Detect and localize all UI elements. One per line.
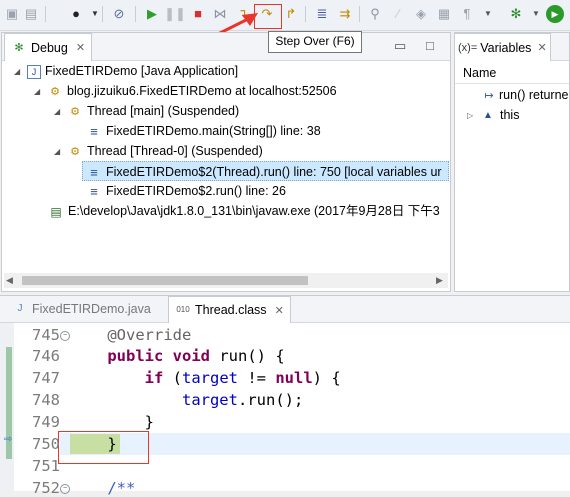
fold-icon[interactable]: − xyxy=(60,331,70,341)
skip-breakpoints-icon[interactable]: ⊘ xyxy=(110,5,128,23)
tab-fixedetirdemo-java[interactable]: J FixedETIRDemo.java xyxy=(6,296,157,322)
editor-area: J FixedETIRDemo.java 010 Thread.class ✕ … xyxy=(0,295,570,497)
scroll-right-icon[interactable]: ▶ xyxy=(436,275,443,286)
horizontal-scrollbar[interactable]: ◀ ▶ xyxy=(4,273,448,288)
breakpoint-icon[interactable]: ⚲ xyxy=(366,5,384,23)
fold-icon[interactable]: − xyxy=(60,484,70,494)
minimize-icon[interactable]: ▭ xyxy=(394,38,406,54)
line-number: 747 xyxy=(32,369,60,387)
dropdown-icon[interactable]: ▼ xyxy=(527,5,545,23)
code-line[interactable]: if (target != null) { xyxy=(70,369,341,387)
line-number: 749 xyxy=(32,413,60,431)
debug-current-instruction-icon: ⇨ xyxy=(4,434,13,445)
bug-icon[interactable]: ✻ xyxy=(507,5,525,23)
tree-item-process[interactable]: ▤ E:\develop\Java\jdk1.8.0_131\bin\javaw.… xyxy=(48,201,448,221)
editor-tabbar: J FixedETIRDemo.java 010 Thread.class ✕ xyxy=(0,296,570,323)
java-file-icon: J xyxy=(17,303,23,314)
thread-suspended-icon: ⚙ xyxy=(70,105,80,118)
use-step-filters-icon[interactable]: ⇉ xyxy=(336,5,354,23)
watch-icon[interactable]: ◈ xyxy=(412,5,430,23)
variable-row[interactable]: ▷ ▲ this xyxy=(467,105,519,125)
tree-item-frame-selected[interactable]: ≡ FixedETIRDemo$2(Thread).run() line: 750… xyxy=(82,161,449,181)
code-line[interactable]: } xyxy=(70,435,116,453)
debug-target-icon: ⚙ xyxy=(50,85,60,98)
tooltip: Step Over (F6) xyxy=(268,31,362,53)
variables-icon: (x)= xyxy=(458,41,478,54)
scroll-thumb[interactable] xyxy=(22,276,308,285)
code-line[interactable]: target.run(); xyxy=(70,391,303,409)
inspect-icon[interactable]: ▦ xyxy=(435,5,453,23)
code-line[interactable]: /** xyxy=(70,479,135,497)
return-value-icon: ↦ xyxy=(484,89,494,102)
variable-row[interactable]: ↦ run() returne xyxy=(481,85,568,105)
close-icon[interactable]: ✕ xyxy=(275,304,284,317)
stack-frame-icon: ≡ xyxy=(90,164,98,180)
resume-icon[interactable]: ▶ xyxy=(143,5,161,23)
thread-suspended-icon: ⚙ xyxy=(70,145,80,158)
debug-perspective-icon[interactable]: ● xyxy=(67,5,85,23)
debug-tabbar: ✻ Debug ✕ ▭ □ xyxy=(2,33,450,61)
line-number: 745 xyxy=(32,326,60,344)
stack-frame-icon: ≡ xyxy=(90,183,98,199)
suspend-icon[interactable]: ❚❚ xyxy=(164,5,186,23)
tree-item-frame[interactable]: ≡ FixedETIRDemo.main(String[]) line: 38 xyxy=(86,121,320,141)
line-number: 752 xyxy=(32,479,60,497)
maximize-icon[interactable]: □ xyxy=(426,38,434,53)
column-header-name[interactable]: Name xyxy=(455,62,569,84)
line-number: 748 xyxy=(32,391,60,409)
variables-view: (x)= Variables ✕ Name ↦ run() returne ▷ ▲ t… xyxy=(454,32,570,292)
line-number: 750 xyxy=(32,435,60,453)
save-icon[interactable]: ▣ xyxy=(3,5,21,23)
tree-item-thread-0[interactable]: ◢ ⚙ Thread [Thread-0] (Suspended) xyxy=(54,141,263,161)
process-icon: ▤ xyxy=(50,204,62,219)
line-number: 751 xyxy=(32,457,60,475)
dropdown-icon[interactable]: ▼ xyxy=(479,5,497,23)
code-line[interactable]: @Override xyxy=(70,326,191,344)
close-icon[interactable]: ✕ xyxy=(76,41,85,54)
terminate-icon[interactable]: ■ xyxy=(189,5,207,23)
tree-item-vm[interactable]: ◢ ⚙ blog.jizuiku6.FixedETIRDemo at localho… xyxy=(34,81,337,101)
pen-icon[interactable]: ∕ xyxy=(389,5,407,23)
close-icon[interactable]: ✕ xyxy=(537,41,546,54)
tab-thread-class[interactable]: 010 Thread.class ✕ xyxy=(168,296,291,323)
line-number: 746 xyxy=(32,347,60,365)
bug-icon: ✻ xyxy=(14,41,24,54)
step-return-icon[interactable]: ↱ xyxy=(282,5,300,23)
main-toolbar: ▣ ▤ ● ▼ ⊘ ▶ ❚❚ ■ ⋈ ↴ ↷ ↱ ≣ ⇉ ⚲ ∕ ◈ ▦ ¶ ▼… xyxy=(0,0,570,31)
stack-frame-icon: ≡ xyxy=(90,123,98,139)
field-icon: ▲ xyxy=(483,109,493,121)
drop-to-frame-icon[interactable]: ≣ xyxy=(313,5,331,23)
code-line[interactable]: } xyxy=(70,413,154,431)
debug-view: ✻ Debug ✕ ▭ □ ◢ J FixedETIRDemo [Java Appl… xyxy=(1,32,451,292)
save-all-icon[interactable]: ▤ xyxy=(22,5,40,23)
tab-variables[interactable]: (x)= Variables ✕ xyxy=(454,33,551,61)
scroll-left-icon[interactable]: ◀ xyxy=(6,275,13,286)
paragraph-icon[interactable]: ¶ xyxy=(458,5,476,23)
variables-tabbar: (x)= Variables ✕ xyxy=(454,33,569,61)
class-file-icon: 010 xyxy=(176,305,190,314)
tree-item-thread-main[interactable]: ◢ ⚙ Thread [main] (Suspended) xyxy=(54,101,239,121)
tree-item-app[interactable]: ◢ J FixedETIRDemo [Java Application] xyxy=(14,61,238,81)
tree-item-frame[interactable]: ≡ FixedETIRDemo$2.run() line: 26 xyxy=(86,181,286,201)
tab-debug[interactable]: ✻ Debug ✕ xyxy=(4,33,93,61)
run-icon[interactable]: ▶ xyxy=(546,5,564,23)
tab-label: Debug xyxy=(31,40,68,55)
java-app-icon: J xyxy=(27,64,41,79)
code-line[interactable]: public void run() { xyxy=(70,347,284,365)
